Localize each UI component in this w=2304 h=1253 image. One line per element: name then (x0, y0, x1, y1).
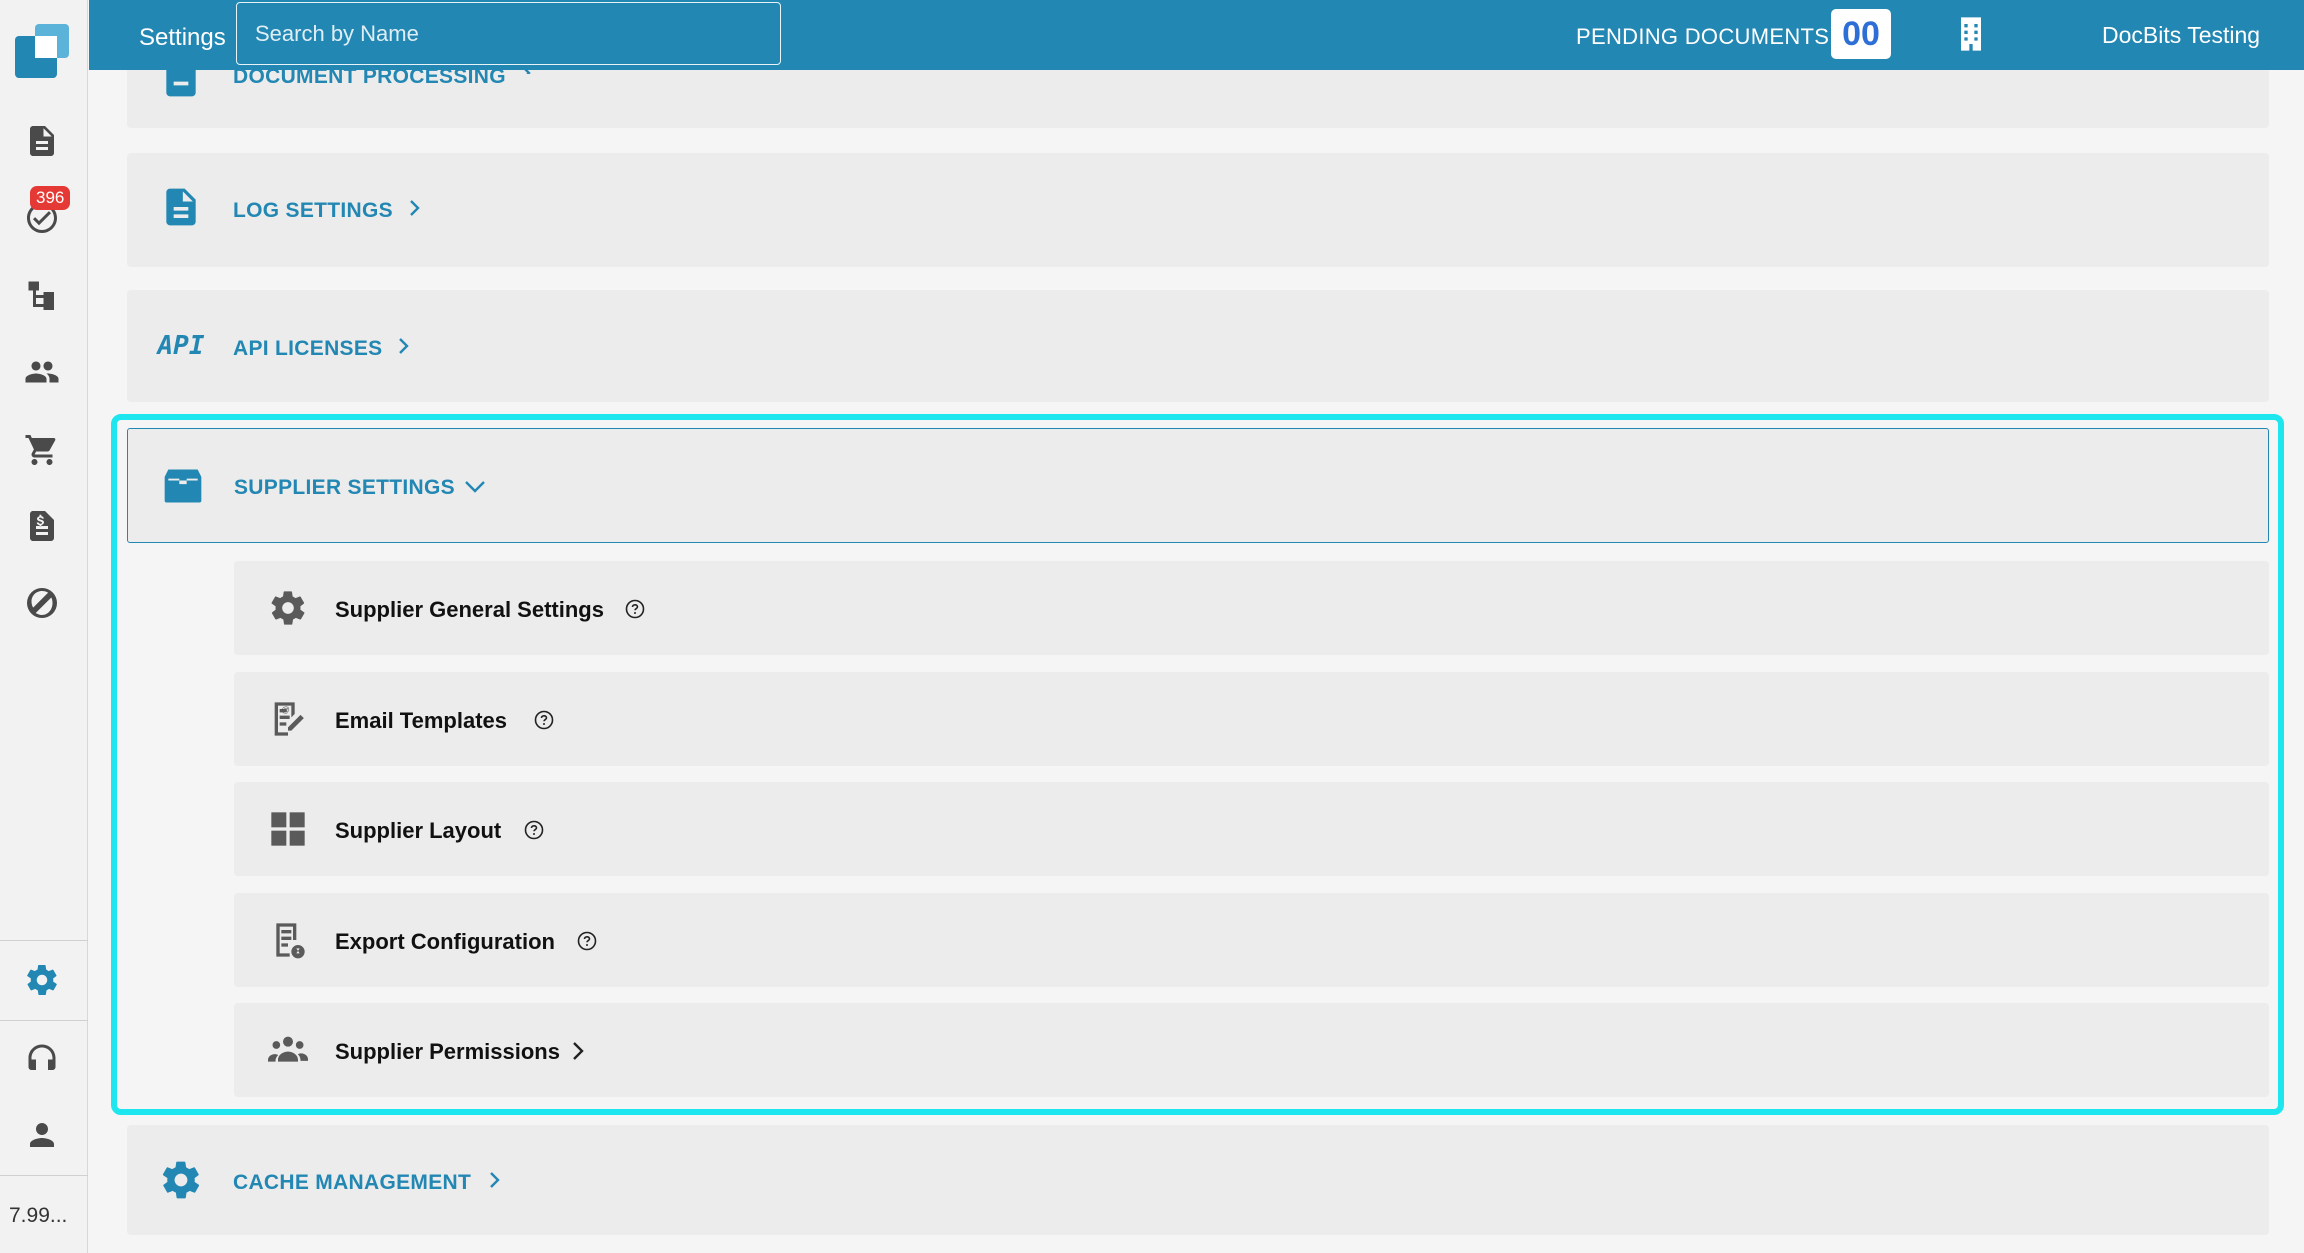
search-input[interactable] (236, 2, 781, 65)
email-templates-label: Email Templates (335, 708, 507, 733)
help-circle-icon[interactable] (577, 931, 597, 951)
document-processing-card[interactable]: DOCUMENT PROCESSING (127, 65, 2269, 128)
support-icon[interactable] (22, 1038, 62, 1078)
pending-documents-count[interactable]: 00 (1831, 9, 1891, 59)
version-label: 7.99... (9, 1204, 68, 1227)
api-badge-text: API (157, 331, 205, 361)
pending-documents-label: PENDING DOCUMENTS: (1576, 24, 1836, 49)
gear-icon (268, 588, 308, 628)
page-title: Settings (139, 24, 226, 51)
invoice-icon[interactable] (22, 506, 62, 546)
building-icon (1951, 14, 1991, 54)
integration-icon[interactable] (22, 583, 62, 623)
supplier-layout-item[interactable]: Supplier Layout (234, 782, 2269, 876)
export-config-icon (268, 920, 308, 960)
cache-gear-icon (159, 1158, 203, 1202)
chevron-right-icon (405, 199, 423, 217)
log-file-icon (159, 185, 203, 229)
cache-management-label: CACHE MANAGEMENT (233, 1171, 472, 1194)
chevron-right-icon (485, 1171, 503, 1189)
chevron-down-icon[interactable] (464, 477, 486, 495)
supplier-settings-card[interactable]: SUPPLIER SETTINGS (127, 428, 2269, 543)
log-settings-label: LOG SETTINGS (233, 199, 393, 222)
supplier-layout-label: Supplier Layout (335, 818, 502, 843)
log-settings-card[interactable]: LOG SETTINGS (127, 153, 2269, 267)
sidebar: 396 7.99... (0, 0, 88, 1253)
svg-text:@: @ (281, 704, 289, 714)
api-licenses-card[interactable]: API API LICENSES (127, 290, 2269, 402)
layout-grid-icon (268, 809, 308, 849)
workflow-icon[interactable] (22, 275, 62, 315)
chevron-right-icon (516, 64, 534, 74)
top-header: Settings PENDING DOCUMENTS: 00 DocBits T… (89, 0, 2304, 70)
supplier-general-settings-label: Supplier General Settings (335, 597, 604, 622)
api-licenses-label: API LICENSES (233, 337, 383, 360)
documents-icon[interactable] (22, 121, 62, 161)
organization-name[interactable]: DocBits Testing (2102, 22, 2260, 49)
chevron-right-icon (569, 1040, 587, 1062)
help-circle-icon[interactable] (625, 599, 645, 619)
supplier-permissions-label: Supplier Permissions (335, 1039, 560, 1064)
sidebar-divider (0, 940, 88, 941)
document-processing-label: DOCUMENT PROCESSING (233, 65, 506, 87)
supplier-general-settings-item[interactable]: Supplier General Settings (234, 561, 2269, 655)
users-icon[interactable] (22, 352, 62, 392)
sidebar-divider (0, 1020, 88, 1021)
help-circle-icon[interactable] (524, 820, 544, 840)
supplier-permissions-item[interactable]: Supplier Permissions (234, 1003, 2269, 1097)
export-configuration-item[interactable]: Export Configuration (234, 893, 2269, 987)
supplier-settings-label: SUPPLIER SETTINGS (234, 476, 455, 499)
document-processing-icon (159, 70, 203, 100)
settings-icon[interactable] (22, 960, 62, 1000)
chevron-right-icon (394, 337, 412, 355)
app-logo-icon[interactable] (15, 24, 69, 78)
email-template-icon: @ (268, 699, 308, 739)
export-configuration-label: Export Configuration (335, 929, 555, 954)
notification-badge: 396 (30, 186, 71, 210)
group-icon (268, 1030, 308, 1070)
sidebar-divider (0, 1175, 88, 1176)
box-icon (161, 464, 205, 508)
cache-management-card[interactable]: CACHE MANAGEMENT (127, 1125, 2269, 1235)
api-icon: API (157, 324, 205, 368)
account-icon[interactable] (22, 1115, 62, 1155)
cart-icon[interactable] (22, 430, 62, 470)
email-templates-item[interactable]: @ Email Templates (234, 672, 2269, 766)
help-circle-icon[interactable] (534, 710, 554, 730)
